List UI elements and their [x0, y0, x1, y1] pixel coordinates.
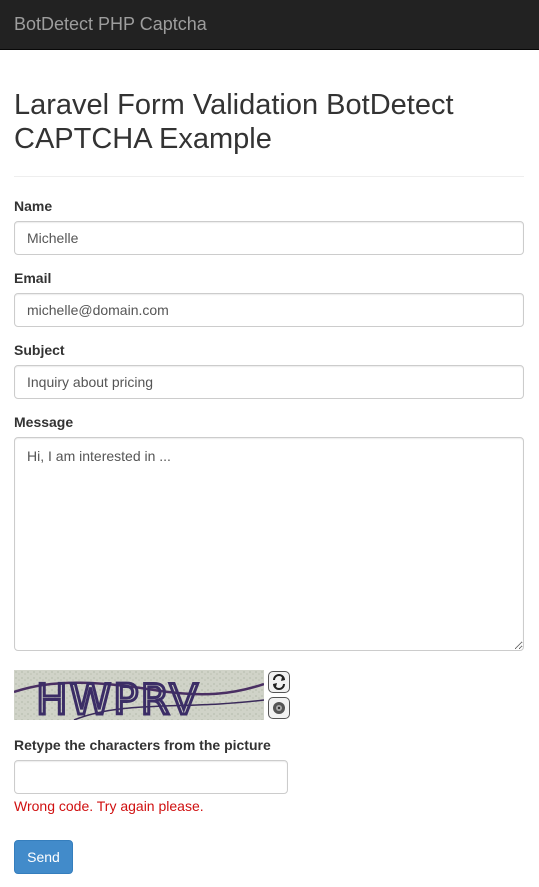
captcha-label: Retype the characters from the picture — [14, 737, 271, 753]
navbar-brand[interactable]: BotDetect PHP Captcha — [14, 14, 207, 35]
subject-group: Subject — [14, 342, 524, 399]
subject-input[interactable] — [14, 365, 524, 399]
name-input[interactable] — [14, 221, 524, 255]
captcha-image: HWPRV — [14, 670, 264, 720]
captcha-row: HWPRV — [14, 670, 524, 720]
name-label: Name — [14, 198, 53, 214]
captcha-error-message: Wrong code. Try again please. — [14, 798, 204, 814]
send-button[interactable]: Send — [14, 840, 73, 874]
email-group: Email — [14, 270, 524, 327]
navbar: BotDetect PHP Captcha — [0, 0, 539, 50]
subject-label: Subject — [14, 342, 65, 358]
refresh-icon[interactable] — [268, 671, 290, 693]
captcha-buttons — [268, 671, 290, 719]
page-title: Laravel Form Validation BotDetect CAPTCH… — [14, 89, 454, 155]
message-group: Message Hi, I am interested in ... — [14, 414, 524, 656]
captcha-code-input[interactable] — [14, 760, 288, 794]
email-input[interactable] — [14, 293, 524, 327]
message-textarea[interactable]: Hi, I am interested in ... — [14, 437, 524, 651]
captcha-text: HWPRV — [36, 675, 200, 720]
speaker-icon[interactable] — [268, 697, 290, 719]
email-label: Email — [14, 270, 52, 286]
message-label: Message — [14, 414, 74, 430]
main-container: Laravel Form Validation BotDetect CAPTCH… — [0, 88, 539, 874]
name-group: Name — [14, 198, 524, 255]
divider — [14, 176, 524, 177]
